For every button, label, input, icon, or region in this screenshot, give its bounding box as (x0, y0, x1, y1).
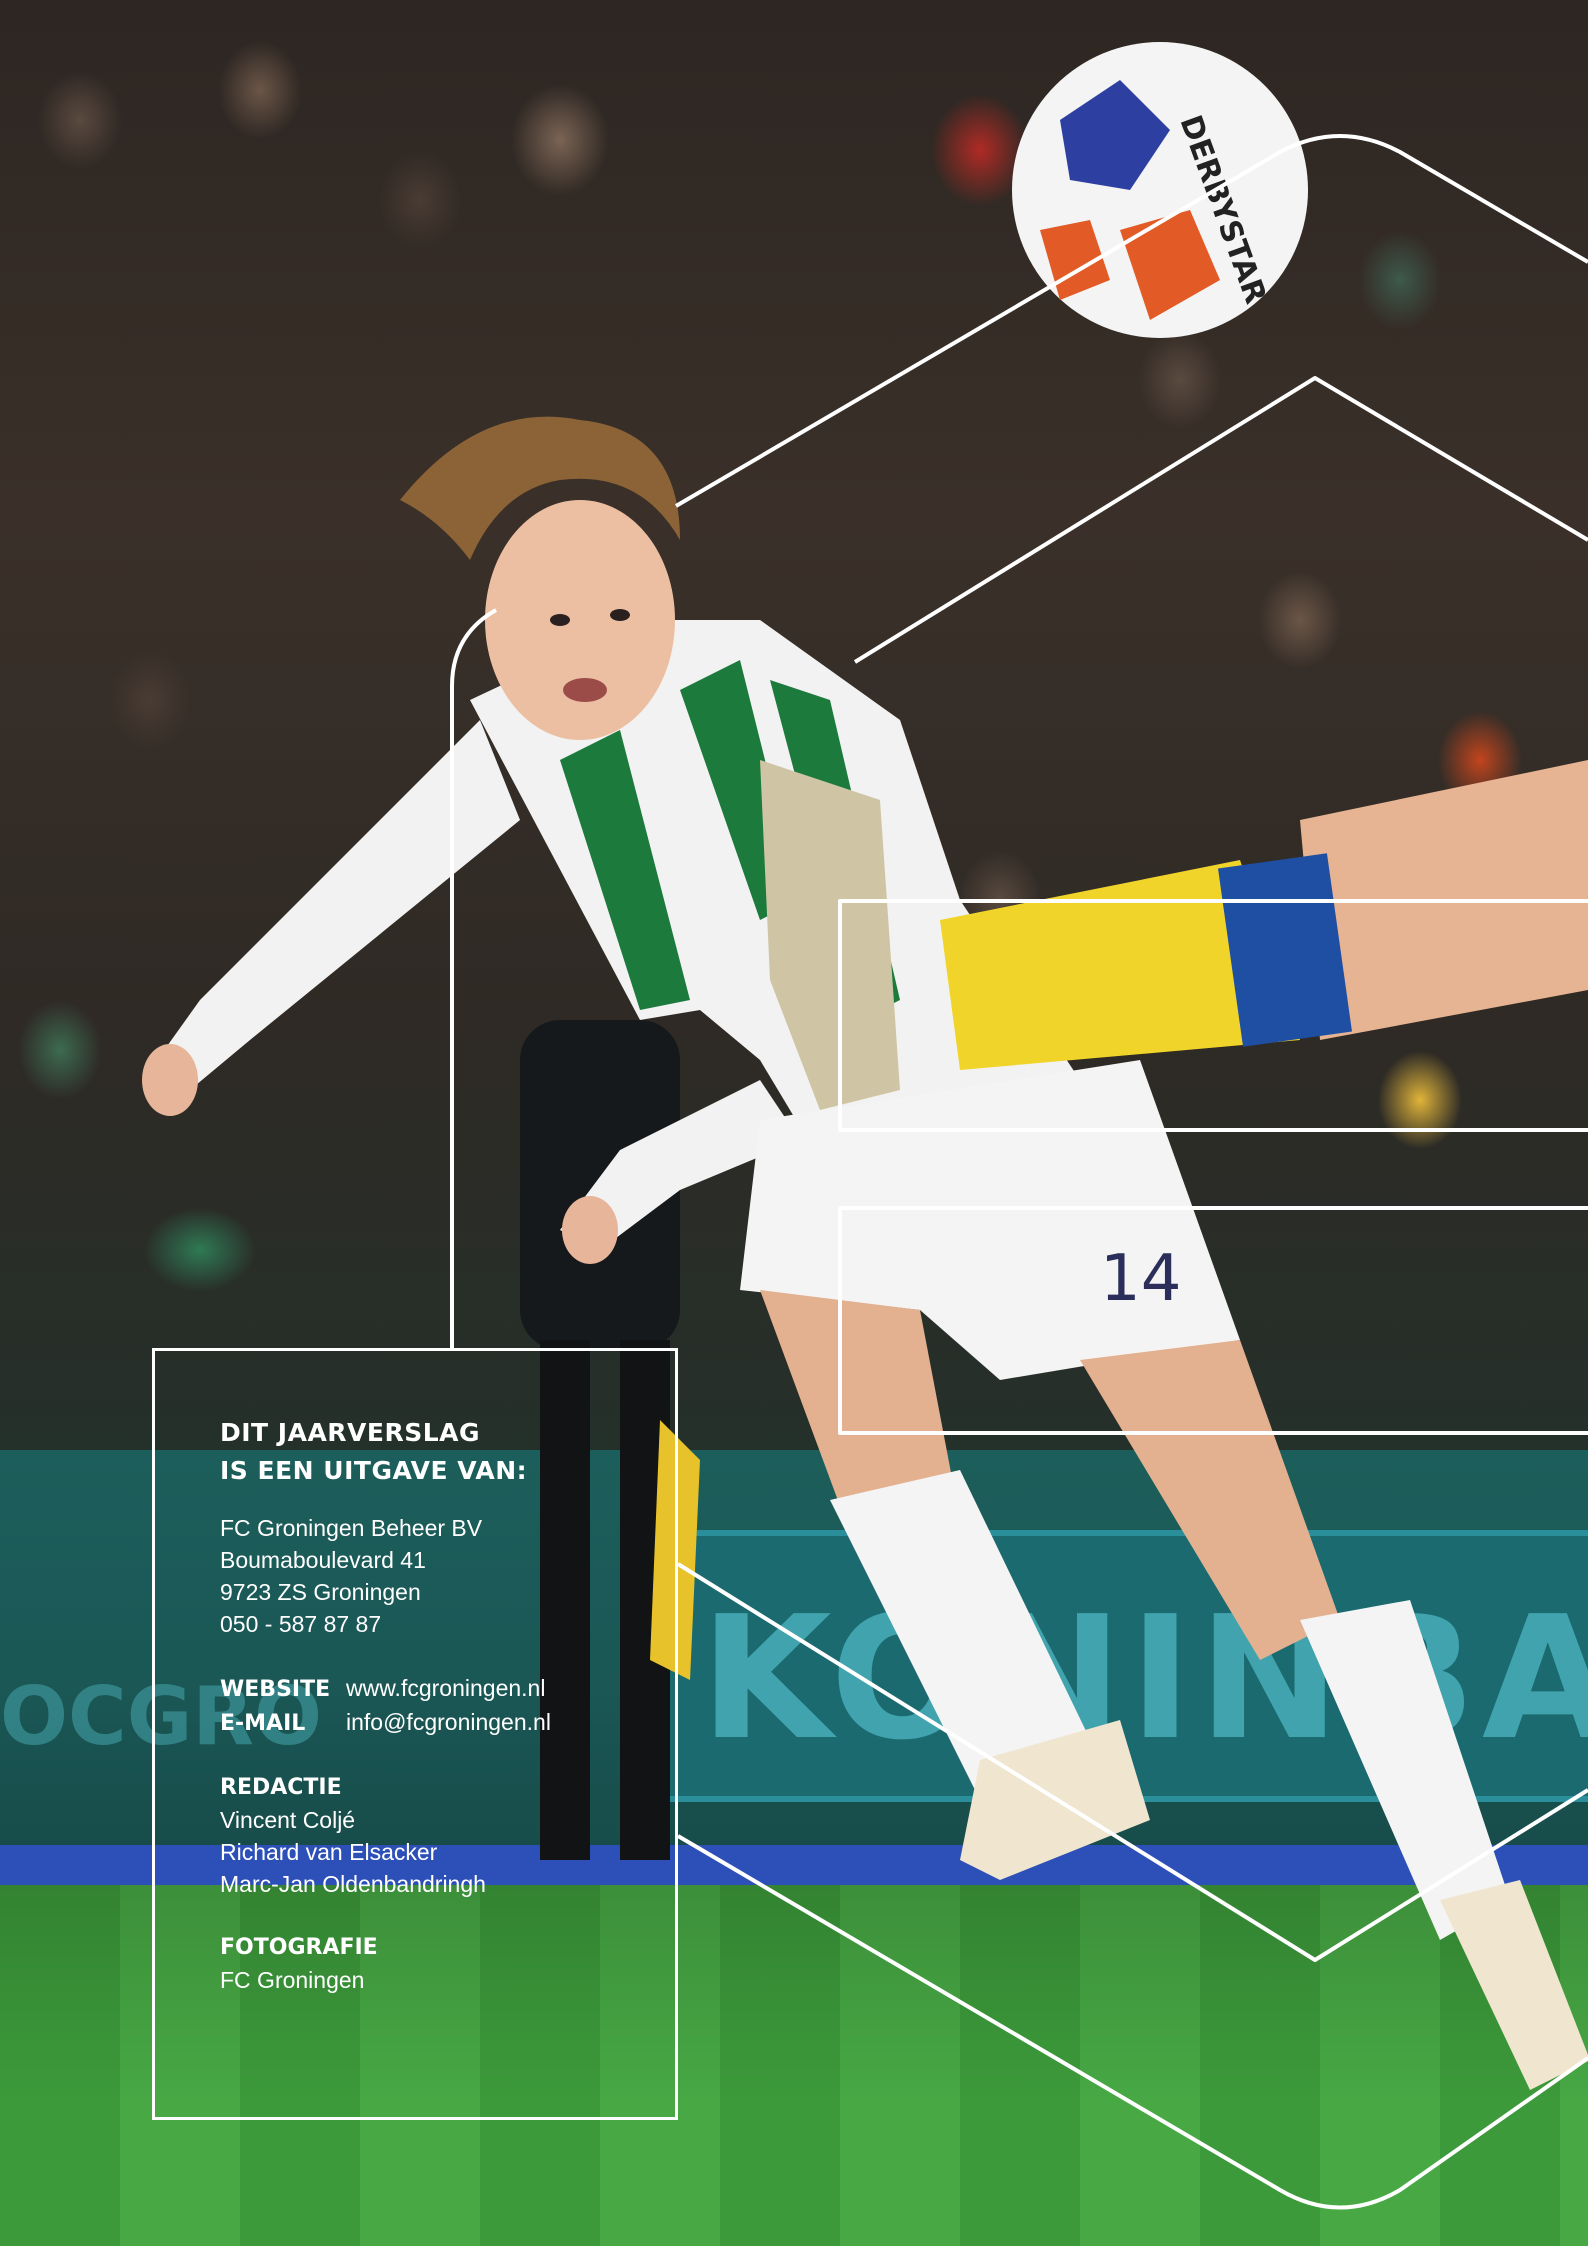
redactie-name: Marc-Jan Oldenbandringh (220, 1871, 486, 1897)
publisher-address: FC Groningen Beheer BV Boumaboulevard 41… (220, 1512, 551, 1640)
shirt-number: 14 (1100, 1242, 1181, 1316)
website-label: WEBSITE (220, 1677, 331, 1702)
redactie-section: REDACTIE Vincent Coljé Richard van Elsac… (220, 1772, 551, 1900)
contact-info: WEBSITE www.fcgroningen.nl E-MAIL info@fcg… (220, 1672, 551, 1740)
email-row: E-MAIL info@fcgroningen.nl (220, 1706, 551, 1740)
colophon-text: DIT JAARVERSLAG IS EEN UITGAVE VAN: FC G… (220, 1414, 551, 1996)
fotografie-section: FOTOGRAFIE FC Groningen (220, 1932, 551, 1996)
redactie-name: Richard van Elsacker (220, 1839, 438, 1865)
publisher-street: Boumaboulevard 41 (220, 1547, 426, 1573)
fotografie-title: FOTOGRAFIE (220, 1935, 378, 1960)
redactie-title: REDACTIE (220, 1775, 342, 1800)
email-label: E-MAIL (220, 1711, 306, 1736)
redactie-name: Vincent Coljé (220, 1807, 356, 1833)
publisher-phone: 050 - 587 87 87 (220, 1611, 382, 1637)
email-link[interactable]: info@fcgroningen.nl (346, 1709, 551, 1735)
website-link[interactable]: www.fcgroningen.nl (346, 1675, 545, 1701)
website-row: WEBSITE www.fcgroningen.nl (220, 1672, 551, 1706)
colophon-heading: DIT JAARVERSLAG IS EEN UITGAVE VAN: (220, 1418, 528, 1485)
publisher-city: 9723 ZS Groningen (220, 1579, 421, 1605)
fotografie-credit: FC Groningen (220, 1967, 365, 1993)
football: DERBYSTAR (1012, 42, 1308, 338)
publisher-name: FC Groningen Beheer BV (220, 1515, 483, 1541)
